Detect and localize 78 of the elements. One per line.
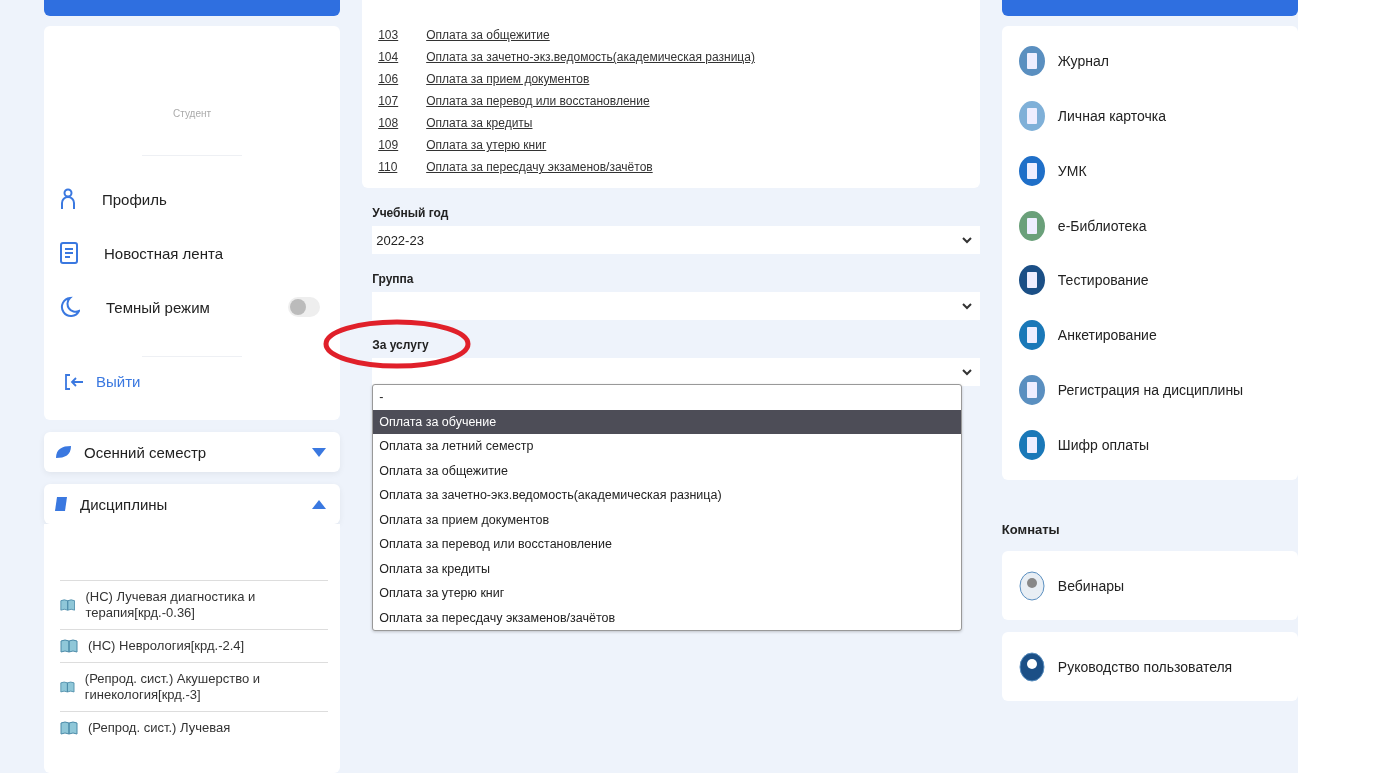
payment-code[interactable]: 104 [378,50,427,64]
service-link[interactable]: Анкетирование [1057,327,1157,344]
section-title: Комнаты [1001,522,1061,537]
person-icon [60,188,76,210]
dropdown-option[interactable]: Оплата за летний семестр [373,434,961,459]
notebook-icon [1017,100,1046,133]
field-label: За услугу [372,338,429,352]
service-link[interactable]: Личная карточка [1057,108,1167,125]
menu-item[interactable]: Темный режим [106,298,263,316]
field-label: Группа [372,272,414,286]
document-icon [60,242,78,264]
notebook-icon [1017,428,1046,461]
payment-code[interactable]: 108 [378,116,427,130]
logout-icon [64,373,84,390]
payment-link[interactable]: Оплата за общежитие [426,28,550,42]
dropdown-option[interactable]: Оплата за кредиты [373,556,961,581]
open-book-icon [60,721,78,735]
payment-code[interactable]: 107 [378,94,427,108]
payment-link[interactable]: Оплата за перевод или восстановление [426,94,650,108]
select-field[interactable]: 2022-23 [372,226,980,254]
payment-link[interactable]: Оплата за прием документов [426,72,590,86]
book-icon [54,496,68,512]
select-field[interactable] [372,292,980,320]
discipline-link[interactable]: (Репрод. сист.) Лучевая [88,720,231,736]
caret-up-icon [312,499,327,509]
service-link[interactable]: УМК [1057,162,1087,179]
room-link[interactable]: Руководство пользователя [1057,658,1233,675]
payment-link[interactable]: Оплата за пересдачу экзаменов/зачётов [426,160,653,174]
chevron-down-icon [961,236,972,244]
open-book-icon [60,680,75,694]
open-book-icon [60,598,76,612]
payment-code[interactable]: 109 [378,138,427,152]
chevron-down-icon [961,368,972,376]
payment-link[interactable]: Оплата за зачетно-экз.ведомость(академическая разница) [426,50,755,64]
service-link[interactable]: Регистрация на дисциплины [1057,381,1244,398]
menu-item[interactable]: Новостная лента [104,244,321,262]
section-header[interactable]: Дисциплины [44,484,341,524]
room-card[interactable]: Вебинары [1001,551,1298,620]
dropdown-option[interactable]: Оплата за утерю книг [373,581,961,606]
payment-code[interactable]: 110 [378,160,427,174]
service-link[interactable]: Журнал [1057,53,1109,70]
payment-code[interactable]: 106 [378,72,427,86]
section-header[interactable]: Осенний семестр [44,432,341,472]
notebook-icon [1017,154,1046,187]
discipline-link[interactable]: (Репрод. сист.) Акушерство и гинекология[крд.-3] [84,671,329,703]
dropdown-option[interactable]: Оплата за прием документов [373,507,961,532]
moon-icon [60,296,80,318]
logout-link[interactable]: Выйти [96,373,141,390]
notebook-icon [1017,45,1046,78]
caret-down-icon [312,447,327,457]
chevron-down-icon [961,302,972,310]
dropdown-option[interactable]: Оплата за обучение [373,409,961,434]
service-link[interactable]: Тестирование [1057,272,1149,289]
payment-link[interactable]: Оплата за кредиты [426,116,533,130]
dropdown-option[interactable]: Оплата за общежитие [373,458,961,483]
notebook-icon [1017,264,1046,297]
notebook-icon [1017,209,1046,242]
payment-code[interactable]: 103 [378,28,427,42]
dropdown-option[interactable]: Оплата за перевод или восстановление [373,532,961,557]
payment-link[interactable]: Оплата за утерю книг [426,138,547,152]
dropdown-option[interactable]: Оплата за зачетно-экз.ведомость(академическая разница) [373,483,961,508]
toggle-switch[interactable] [288,297,321,317]
notebook-icon [1017,319,1046,352]
service-link[interactable]: Шифр оплаты [1057,436,1150,453]
room-link[interactable]: Вебинары [1057,577,1124,594]
select-field[interactable] [372,358,980,386]
room-card[interactable]: Руководство пользователя [1001,632,1298,701]
service-link[interactable]: е-Библиотека [1057,217,1147,234]
notebook-icon [1017,373,1046,406]
dropdown-option[interactable]: Оплата за пересдачу экзаменов/зачётов [373,605,961,630]
dropdown-option[interactable]: - [373,385,961,410]
field-label: Учебный год [372,206,449,220]
open-book-icon [60,639,78,653]
discipline-link[interactable]: (НС) Неврология[крд.-2.4] [88,638,245,654]
user-role: Студент [172,108,213,119]
discipline-link[interactable]: (НС) Лучевая диагностика и терапия[крд.-0.36] [85,589,329,621]
leaf-icon [54,445,72,459]
menu-item[interactable]: Профиль [102,190,321,208]
